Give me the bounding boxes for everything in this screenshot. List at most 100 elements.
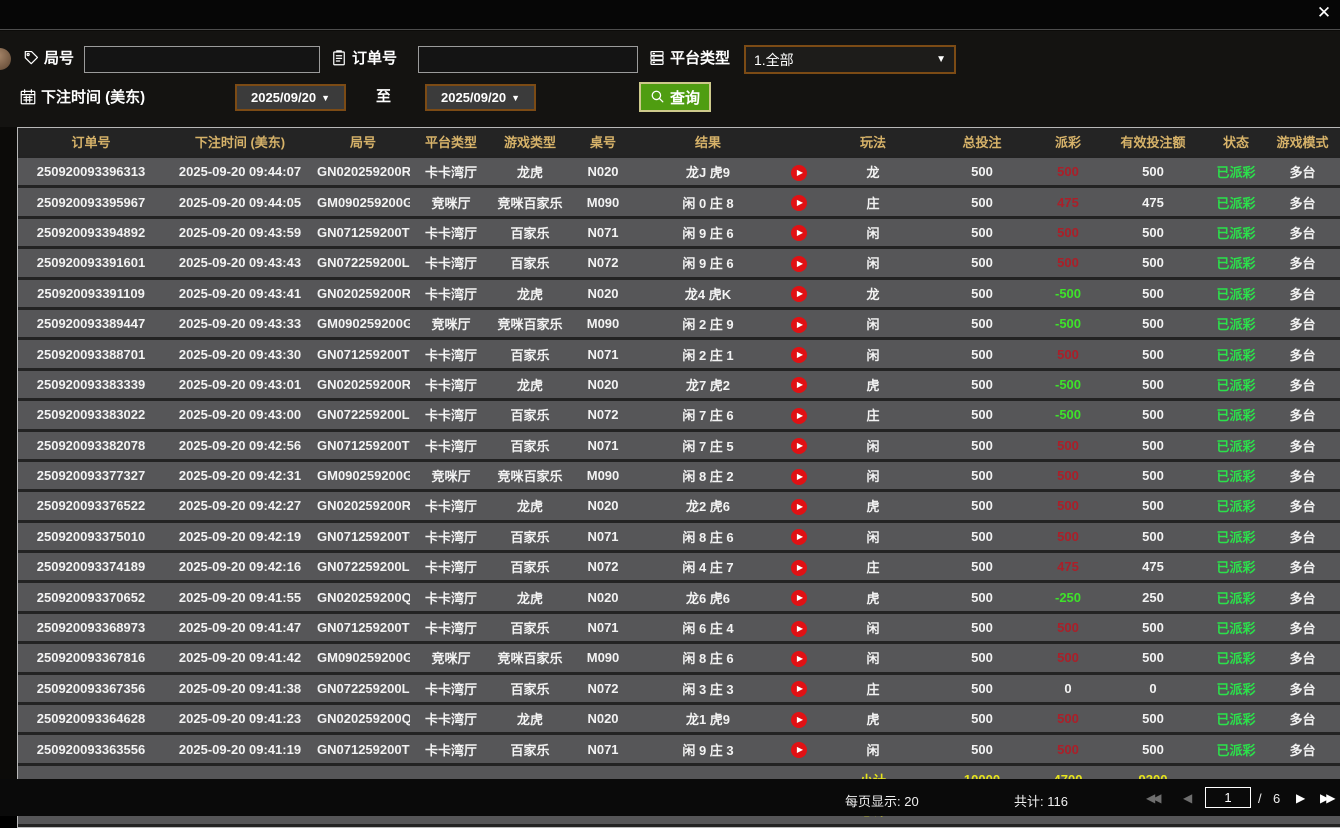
next-page-icon[interactable]: ▶: [1296, 791, 1302, 805]
replay-play-icon[interactable]: ▶: [791, 621, 807, 637]
game-type-cell: 竞咪百家乐: [492, 187, 568, 217]
status-cell: 已派彩: [1208, 704, 1264, 734]
replay-play-icon[interactable]: ▶: [791, 225, 807, 241]
game-type-cell: 竞咪百家乐: [492, 643, 568, 673]
replay-play-icon[interactable]: ▶: [791, 499, 807, 515]
edge-avatar-partial: [0, 48, 11, 70]
date-from-picker[interactable]: 2025/09/20 ▼: [235, 84, 346, 111]
replay-play-icon[interactable]: ▶: [791, 712, 807, 728]
replay-cell: ▶: [778, 491, 820, 521]
bet-records-window: ✕ 局号 订单号 平台类型 1.全部 ▼ 下注时间 (美东) 2025/09/2…: [0, 0, 1340, 816]
payout-cell: 475: [1038, 552, 1098, 582]
replay-play-icon[interactable]: ▶: [791, 469, 807, 485]
total-bet-cell: 500: [926, 187, 1038, 217]
time-cell: 2025-09-20 09:42:16: [164, 552, 316, 582]
first-page-icon[interactable]: ◀◀: [1146, 791, 1158, 805]
date-range-to-label: 至: [376, 85, 391, 106]
filter-bar: 局号 订单号 平台类型 1.全部 ▼ 下注时间 (美东) 2025/09/20 …: [0, 31, 1340, 127]
valid-bet-cell: 500: [1098, 491, 1208, 521]
payout-cell: 500: [1038, 704, 1098, 734]
replay-play-icon[interactable]: ▶: [791, 195, 807, 211]
last-page-icon[interactable]: ▶▶: [1320, 791, 1332, 805]
payout-cell: 500: [1038, 217, 1098, 247]
valid-bet-cell: 500: [1098, 217, 1208, 247]
platform-cell: 卡卡湾厅: [410, 582, 492, 612]
valid-bet-cell: 250: [1098, 582, 1208, 612]
column-header-13: 游戏模式: [1264, 128, 1340, 157]
platform-cell: 卡卡湾厅: [410, 339, 492, 369]
replay-play-icon[interactable]: ▶: [791, 347, 807, 363]
table-row: 2509200933894472025-09-20 09:43:33GM0902…: [18, 308, 1340, 338]
total-bet-cell: 500: [926, 582, 1038, 612]
replay-play-icon[interactable]: ▶: [791, 165, 807, 181]
platform-cell: 卡卡湾厅: [410, 248, 492, 278]
replay-play-icon[interactable]: ▶: [791, 317, 807, 333]
status-cell: 已派彩: [1208, 430, 1264, 460]
play-cell: 闲: [820, 308, 926, 338]
replay-cell: ▶: [778, 278, 820, 308]
order-cell: 250920093383339: [18, 369, 164, 399]
search-icon: [650, 89, 666, 105]
search-button[interactable]: 查询: [639, 82, 711, 112]
calendar-icon: [19, 88, 37, 106]
time-cell: 2025-09-20 09:42:56: [164, 430, 316, 460]
game-type-cell: 龙虎: [492, 582, 568, 612]
status-cell: 已派彩: [1208, 643, 1264, 673]
status-cell: 已派彩: [1208, 521, 1264, 551]
table-row: 2509200933963132025-09-20 09:44:07GN0202…: [18, 157, 1340, 187]
platform-type-label-group: 平台类型: [648, 47, 730, 68]
total-bet-cell: 500: [926, 704, 1038, 734]
page-number-input[interactable]: [1205, 787, 1251, 808]
total-bet-cell: 500: [926, 157, 1038, 187]
status-cell: 已派彩: [1208, 552, 1264, 582]
game-type-cell: 龙虎: [492, 157, 568, 187]
replay-cell: ▶: [778, 704, 820, 734]
replay-cell: ▶: [778, 217, 820, 247]
mode-cell: 多台: [1264, 308, 1340, 338]
replay-play-icon[interactable]: ▶: [791, 408, 807, 424]
replay-play-icon[interactable]: ▶: [791, 681, 807, 697]
platform-type-select[interactable]: 1.全部 ▼: [744, 45, 956, 74]
table-no-cell: N020: [568, 157, 638, 187]
replay-play-icon[interactable]: ▶: [791, 742, 807, 758]
column-header-12: 状态: [1208, 128, 1264, 157]
order-cell: 250920093394892: [18, 217, 164, 247]
order-cell: 250920093367816: [18, 643, 164, 673]
mode-cell: 多台: [1264, 430, 1340, 460]
total-bet-cell: 500: [926, 400, 1038, 430]
play-cell: 龙: [820, 278, 926, 308]
round-number-input[interactable]: [84, 46, 320, 73]
time-cell: 2025-09-20 09:42:31: [164, 460, 316, 490]
round-cell: GN072259200LC: [316, 552, 410, 582]
total-bet-cell: 500: [926, 278, 1038, 308]
result-cell: 闲 0 庄 8: [638, 187, 778, 217]
date-to-picker[interactable]: 2025/09/20 ▼: [425, 84, 536, 111]
platform-type-value: 1.全部: [754, 50, 794, 70]
replay-play-icon[interactable]: ▶: [791, 529, 807, 545]
play-cell: 闲: [820, 248, 926, 278]
close-icon[interactable]: ✕: [1313, 2, 1335, 24]
mode-cell: 多台: [1264, 278, 1340, 308]
replay-play-icon[interactable]: ▶: [791, 286, 807, 302]
replay-play-icon[interactable]: ▶: [791, 377, 807, 393]
result-cell: 闲 9 庄 6: [638, 217, 778, 247]
prev-page-icon[interactable]: ◀: [1183, 791, 1189, 805]
play-cell: 庄: [820, 400, 926, 430]
valid-bet-cell: 500: [1098, 521, 1208, 551]
valid-bet-cell: 500: [1098, 612, 1208, 642]
bet-time-label: 下注时间 (美东): [41, 86, 145, 107]
replay-play-icon[interactable]: ▶: [791, 256, 807, 272]
play-cell: 虎: [820, 369, 926, 399]
replay-play-icon[interactable]: ▶: [791, 560, 807, 576]
replay-play-icon[interactable]: ▶: [791, 590, 807, 606]
result-cell: 龙4 虎K: [638, 278, 778, 308]
round-cell: GN020259200R2: [316, 278, 410, 308]
replay-play-icon[interactable]: ▶: [791, 438, 807, 454]
replay-play-icon[interactable]: ▶: [791, 651, 807, 667]
order-number-input[interactable]: [418, 46, 638, 73]
total-bet-cell: 500: [926, 430, 1038, 460]
replay-cell: ▶: [778, 612, 820, 642]
status-cell: 已派彩: [1208, 460, 1264, 490]
payout-cell: 500: [1038, 460, 1098, 490]
result-cell: 龙2 虎6: [638, 491, 778, 521]
